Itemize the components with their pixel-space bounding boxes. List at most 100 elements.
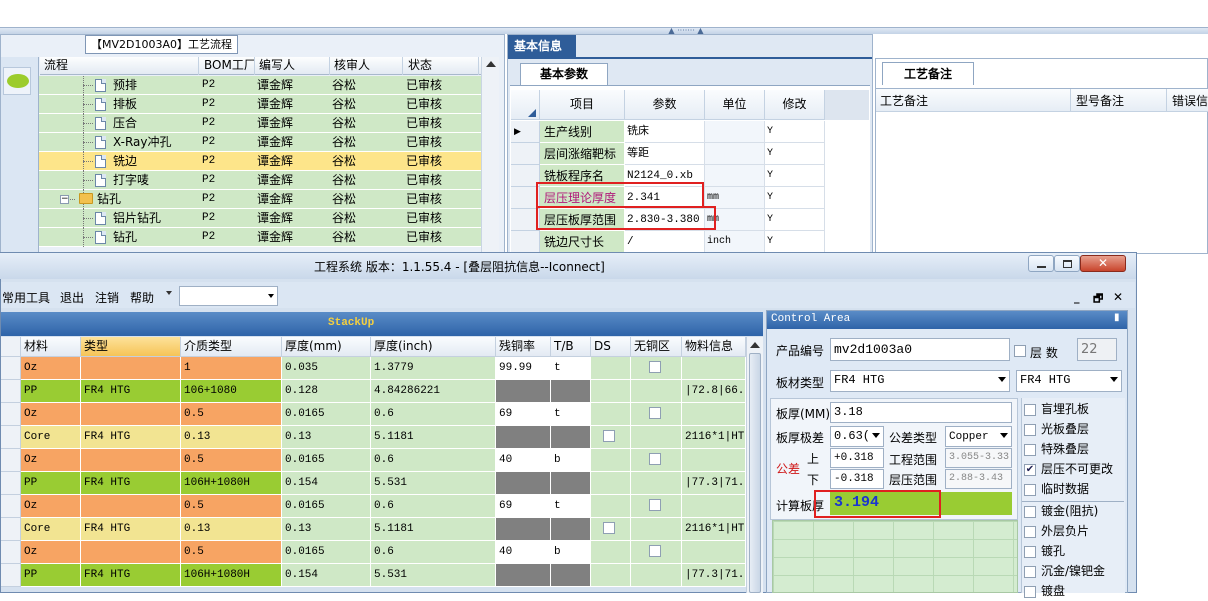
option-checkbox[interactable]: [1024, 505, 1036, 518]
toolbar-combo[interactable]: [179, 286, 278, 306]
stackup-cell-res[interactable]: 69: [496, 403, 551, 426]
option-item[interactable]: 沉金/镍钯金: [1024, 563, 1105, 581]
stackup-header-6[interactable]: T/B: [551, 337, 591, 357]
stackup-cell-tb[interactable]: [551, 472, 591, 495]
stackup-cell-ds[interactable]: [591, 472, 631, 495]
stackup-cell-nocu[interactable]: [631, 380, 682, 403]
stackup-cell-info[interactable]: |77.3|71.3: [682, 472, 746, 495]
stackup-cell-res[interactable]: 69: [496, 495, 551, 518]
option-item[interactable]: 盲埋孔板: [1024, 401, 1089, 419]
stackup-header-9[interactable]: 物料信息: [682, 337, 746, 357]
basic-cell-param[interactable]: /: [625, 231, 705, 253]
mdi-close-icon[interactable]: ✕: [1113, 290, 1123, 304]
basic-cell-param[interactable]: 等距: [625, 143, 705, 165]
stackup-cell-tb[interactable]: t: [551, 357, 591, 380]
option-item[interactable]: 光板叠层: [1024, 421, 1089, 439]
stackup-row-indicator[interactable]: [1, 564, 21, 587]
stackup-cell-tb[interactable]: t: [551, 495, 591, 518]
no-copper-checkbox[interactable]: [649, 499, 661, 512]
no-copper-checkbox[interactable]: [649, 453, 661, 466]
basic-header-2[interactable]: 单位: [705, 90, 765, 120]
stackup-cell-tb[interactable]: [551, 380, 591, 403]
eng-range-input[interactable]: 3.055-3.33: [945, 448, 1012, 468]
stackup-header-5[interactable]: 残铜率: [496, 337, 551, 357]
stackup-cell-info[interactable]: [682, 495, 746, 518]
stackup-cell-info[interactable]: [682, 541, 746, 564]
tolerance-select[interactable]: 0.63(: [830, 426, 884, 447]
table-row[interactable]: 铝片钻孔 P2 谭金辉 谷松 已审核: [39, 209, 481, 228]
material-select-2[interactable]: FR4 HTG: [1016, 370, 1122, 392]
stackup-cell-nocu[interactable]: [631, 518, 682, 541]
process-header-0[interactable]: 流程: [41, 57, 199, 75]
minimize-button[interactable]: [1028, 255, 1054, 272]
stackup-cell-nocu[interactable]: [631, 403, 682, 426]
scroll-up-icon[interactable]: [486, 61, 496, 67]
option-checkbox[interactable]: [1024, 443, 1036, 456]
option-checkbox[interactable]: [1024, 585, 1036, 598]
menu-item-0[interactable]: 常用工具: [2, 289, 50, 306]
basic-cell-param[interactable]: 铣床: [625, 121, 705, 143]
table-row[interactable]: X-Ray冲孔 P2 谭金辉 谷松 已审核: [39, 133, 481, 152]
table-row[interactable]: 打字唛 P2 谭金辉 谷松 已审核: [39, 171, 481, 190]
mdi-minimize-icon[interactable]: _: [1074, 291, 1080, 304]
stackup-header-4[interactable]: 厚度(inch): [371, 337, 496, 357]
close-button[interactable]: ✕: [1080, 255, 1126, 272]
stackup-row-indicator[interactable]: [1, 472, 21, 495]
stackup-cell-ds[interactable]: [591, 518, 631, 541]
stackup-cell-ds[interactable]: [591, 426, 631, 449]
stackup-cell-nocu[interactable]: [631, 357, 682, 380]
tol-type-select[interactable]: Copper: [945, 426, 1012, 447]
stackup-cell-ds[interactable]: [591, 357, 631, 380]
scroll-thumb[interactable]: [749, 353, 761, 593]
lower-input[interactable]: -0.318: [830, 469, 884, 489]
stackup-cell-tb[interactable]: b: [551, 541, 591, 564]
process-header-4[interactable]: 状态: [405, 57, 479, 75]
help-dropdown-icon[interactable]: [166, 291, 172, 295]
stackup-cell-tb[interactable]: [551, 564, 591, 587]
scroll-up-icon[interactable]: [750, 342, 760, 348]
stackup-cell-tb[interactable]: [551, 426, 591, 449]
option-checkbox[interactable]: [1024, 483, 1036, 496]
row-indicator[interactable]: ▶: [511, 121, 540, 143]
stackup-row-indicator[interactable]: [1, 403, 21, 426]
ds-checkbox[interactable]: [603, 430, 615, 443]
option-item[interactable]: 镀盘: [1024, 583, 1065, 601]
no-copper-checkbox[interactable]: [649, 545, 661, 558]
product-input[interactable]: mv2d1003a0: [830, 338, 1010, 361]
stackup-cell-res[interactable]: [496, 564, 551, 587]
menu-item-3[interactable]: 帮助: [130, 289, 154, 306]
stackup-header-2[interactable]: 介质类型: [181, 337, 282, 357]
stackup-cell-info[interactable]: |72.8|66.3: [682, 380, 746, 403]
table-row[interactable]: 铣边 P2 谭金辉 谷松 已审核: [39, 152, 481, 171]
stackup-cell-nocu[interactable]: [631, 495, 682, 518]
stackup-scrollbar[interactable]: [746, 337, 763, 593]
option-item[interactable]: 外层负片: [1024, 523, 1089, 541]
option-checkbox[interactable]: [1024, 545, 1036, 558]
stackup-header-1[interactable]: 类型: [81, 337, 181, 357]
row-indicator[interactable]: [511, 231, 540, 253]
stackup-cell-info[interactable]: [682, 403, 746, 426]
stackup-row-indicator[interactable]: [1, 380, 21, 403]
process-header-2[interactable]: 编写人: [256, 57, 330, 75]
tab-basic-params[interactable]: 基本参数: [520, 63, 608, 85]
stackup-header-7[interactable]: DS: [591, 337, 631, 357]
tab-basic-info[interactable]: 基本信息: [508, 35, 576, 57]
collapse-icon[interactable]: −: [60, 195, 69, 204]
thickness-input[interactable]: 3.18: [830, 402, 1012, 423]
process-scrollbar[interactable]: [481, 57, 499, 253]
stackup-cell-info[interactable]: [682, 449, 746, 472]
stackup-row-indicator[interactable]: [1, 518, 21, 541]
stackup-cell-res[interactable]: 40: [496, 541, 551, 564]
stackup-cell-ds[interactable]: [591, 564, 631, 587]
basic-header-3[interactable]: 修改: [765, 90, 825, 120]
no-copper-checkbox[interactable]: [649, 361, 661, 374]
basic-cell-modify[interactable]: Y: [765, 209, 825, 231]
stackup-row-indicator[interactable]: [1, 357, 21, 380]
pin-icon[interactable]: ▮: [1114, 312, 1120, 323]
basic-cell-modify[interactable]: Y: [765, 121, 825, 143]
mdi-restore-icon[interactable]: 🗗: [1093, 290, 1103, 309]
table-row[interactable]: − 钻孔 P2 谭金辉 谷松 已审核: [39, 190, 481, 209]
stackup-cell-info[interactable]: 2116*1|HTE: [682, 518, 746, 541]
stackup-cell-res[interactable]: 40: [496, 449, 551, 472]
stackup-row-indicator[interactable]: [1, 426, 21, 449]
